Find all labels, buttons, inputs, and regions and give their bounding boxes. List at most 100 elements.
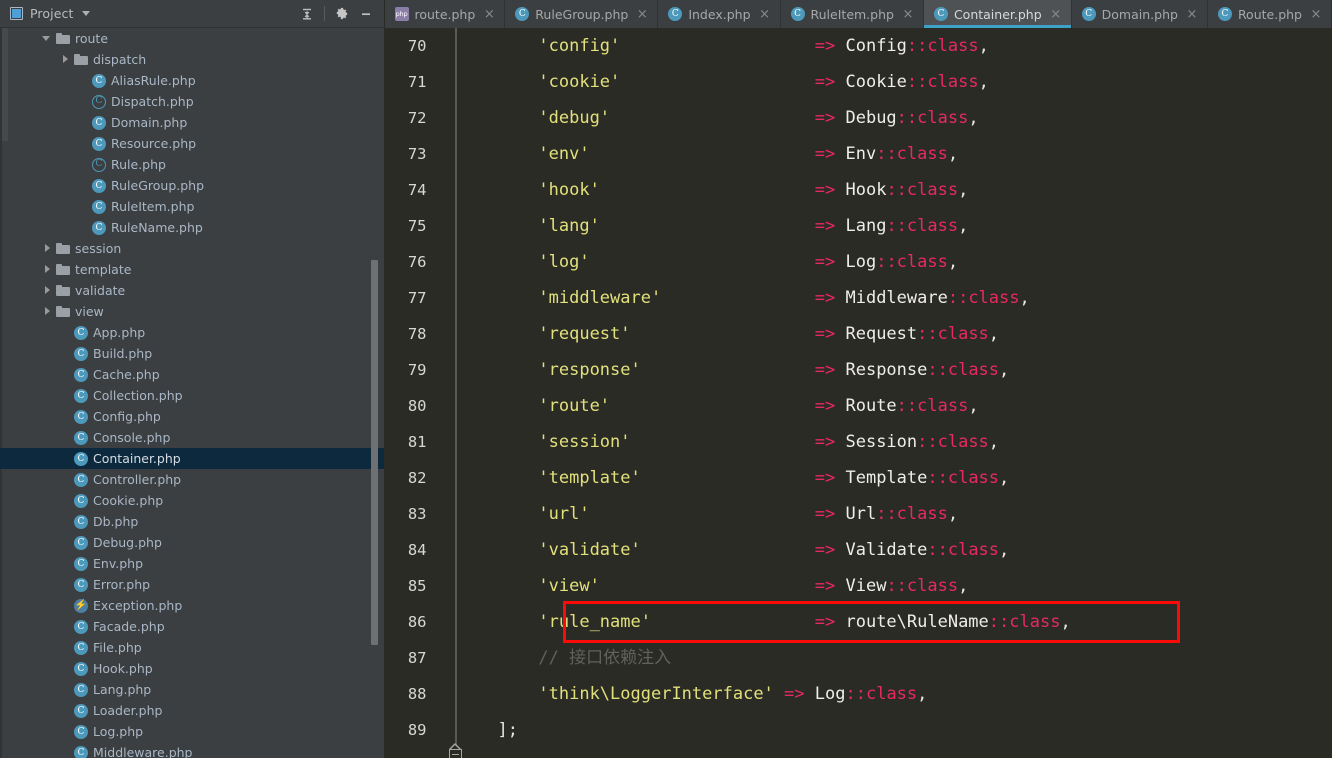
gear-icon[interactable] xyxy=(330,2,354,26)
tree-item-middleware[interactable]: C Middleware.php xyxy=(0,742,384,758)
chevron-down-icon[interactable] xyxy=(82,11,91,16)
tree-item-ruleitem[interactable]: C RuleItem.php xyxy=(0,196,384,217)
code-line[interactable]: 'template' => Template::class, xyxy=(457,460,1332,496)
editor-tab-ruleitem[interactable]: C RuleItem.php xyxy=(781,0,924,28)
tree-item-rulegroup[interactable]: C RuleGroup.php xyxy=(0,175,384,196)
tree-item-aliasrule[interactable]: C AliasRule.php xyxy=(0,70,384,91)
tree-item-container[interactable]: C Container.php xyxy=(0,448,384,469)
project-tree-scrollbar-track[interactable] xyxy=(370,28,381,758)
code-line[interactable]: 'log' => Log::class, xyxy=(457,244,1332,280)
code-token: ::class xyxy=(886,576,959,596)
code-line[interactable]: 'lang' => Lang::class, xyxy=(457,208,1332,244)
code-token: ::class xyxy=(927,540,1000,560)
code-line[interactable]: 'debug' => Debug::class, xyxy=(457,100,1332,136)
project-tree-scrollbar-thumb[interactable] xyxy=(370,260,378,645)
code-line[interactable]: 'config' => Config::class, xyxy=(457,28,1332,64)
tree-item-collection[interactable]: C Collection.php xyxy=(0,385,384,406)
editor-tab-domain[interactable]: C Domain.php xyxy=(1072,0,1208,28)
tree-item-resource[interactable]: C Resource.php xyxy=(0,133,384,154)
tree-item-domain[interactable]: C Domain.php xyxy=(0,112,384,133)
code-line[interactable]: 'think\LoggerInterface' => Log::class, xyxy=(457,676,1332,712)
line-number: 82 xyxy=(407,469,427,487)
chevron-right-icon[interactable] xyxy=(42,285,53,296)
code-line[interactable]: 'validate' => Validate::class, xyxy=(457,532,1332,568)
close-icon[interactable] xyxy=(1186,7,1198,22)
php-class-icon: C xyxy=(74,640,88,655)
editor-tab-rulegroup[interactable]: C RuleGroup.php xyxy=(505,0,659,28)
code-token: , xyxy=(947,144,959,164)
tree-item-rule[interactable]: C Rule.php xyxy=(0,154,384,175)
tree-item-dispatch[interactable]: C Dispatch.php xyxy=(0,91,384,112)
tree-item-file[interactable]: C File.php xyxy=(0,637,384,658)
tree-item-dispatch[interactable]: dispatch xyxy=(0,49,384,70)
tree-item-config[interactable]: C Config.php xyxy=(0,406,384,427)
code-line[interactable]: 'request' => Request::class, xyxy=(457,316,1332,352)
tree-item-controller[interactable]: C Controller.php xyxy=(0,469,384,490)
code-fold-marker[interactable] xyxy=(448,743,463,758)
project-tree-scroll[interactable]: route dispatch C AliasRule.php C Dispatch.php… xyxy=(0,28,384,758)
tree-item-db[interactable]: C Db.php xyxy=(0,511,384,532)
code-line[interactable]: 'session' => Session::class, xyxy=(457,424,1332,460)
editor-tab-route[interactable]: php route.php xyxy=(385,0,506,28)
code-line[interactable]: 'hook' => Hook::class, xyxy=(457,172,1332,208)
php-class-icon: C xyxy=(74,472,88,487)
chevron-down-icon[interactable] xyxy=(42,33,53,44)
code-line[interactable]: 'middleware' => Middleware::class, xyxy=(457,280,1332,316)
chevron-right-icon[interactable] xyxy=(60,54,71,65)
code-line[interactable]: 'env' => Env::class, xyxy=(457,136,1332,172)
tree-item-console[interactable]: C Console.php xyxy=(0,427,384,448)
tree-item-view[interactable]: view xyxy=(0,301,384,322)
chevron-right-icon[interactable] xyxy=(42,306,53,317)
tree-item-debug[interactable]: C Debug.php xyxy=(0,532,384,553)
tree-item-lang[interactable]: C Lang.php xyxy=(0,679,384,700)
close-icon[interactable] xyxy=(636,7,648,22)
close-icon[interactable] xyxy=(483,7,495,22)
code-token: => xyxy=(814,504,836,524)
code-line[interactable]: 'cookie' => Cookie::class, xyxy=(457,64,1332,100)
close-icon[interactable] xyxy=(1310,7,1322,22)
tree-item-facade[interactable]: C Facade.php xyxy=(0,616,384,637)
code-line[interactable]: 'rule_name' => route\RuleName::class, xyxy=(457,604,1332,640)
code-token: , xyxy=(999,468,1010,488)
code-content[interactable]: 'config' => Config::class, 'cookie' => C… xyxy=(457,28,1332,758)
code-token: => xyxy=(814,540,836,560)
editor-tab-index[interactable]: C Index.php xyxy=(658,0,781,28)
code-token: , xyxy=(917,684,928,704)
project-panel-title-group[interactable]: Project xyxy=(10,6,91,21)
tree-item-validate[interactable]: validate xyxy=(0,280,384,301)
code-line[interactable]: 'route' => Route::class, xyxy=(457,388,1332,424)
tree-item-error[interactable]: C Error.php xyxy=(0,574,384,595)
code-line[interactable]: 'url' => Url::class, xyxy=(457,496,1332,532)
code-line[interactable]: 'response' => Response::class, xyxy=(457,352,1332,388)
tree-item-env[interactable]: C Env.php xyxy=(0,553,384,574)
chevron-right-icon[interactable] xyxy=(42,264,53,275)
tree-item-rulename[interactable]: C RuleName.php xyxy=(0,217,384,238)
tree-item-session[interactable]: session xyxy=(0,238,384,259)
tree-item-route[interactable]: route xyxy=(0,28,384,49)
close-icon[interactable] xyxy=(759,7,771,22)
editor-tab-route[interactable]: C Route.php xyxy=(1208,0,1332,28)
code-token: route\RuleName xyxy=(845,612,989,632)
tree-item-log[interactable]: C Log.php xyxy=(0,721,384,742)
tree-item-cache[interactable]: C Cache.php xyxy=(0,364,384,385)
php-class-icon: C xyxy=(92,199,106,214)
editor-tab-container[interactable]: C Container.php xyxy=(923,0,1072,28)
close-icon[interactable] xyxy=(1050,7,1062,22)
tree-item-loader[interactable]: C Loader.php xyxy=(0,700,384,721)
code-line[interactable]: ]; xyxy=(457,712,1332,748)
chevron-right-icon[interactable] xyxy=(42,243,53,254)
tree-item-build[interactable]: C Build.php xyxy=(0,343,384,364)
tree-item-template[interactable]: template xyxy=(0,259,384,280)
php-class-icon: C xyxy=(933,7,948,21)
tree-item-app[interactable]: C App.php xyxy=(0,322,384,343)
minimize-icon[interactable] xyxy=(354,2,378,26)
code-editor[interactable]: 70 71 72 73 74 75 76 77 78 79 80 81 82 83 84 85 86 87 88 89… xyxy=(384,28,1332,758)
tree-item-cookie[interactable]: C Cookie.php xyxy=(0,490,384,511)
collapse-all-icon[interactable] xyxy=(295,2,319,26)
code-line[interactable]: // 接口依赖注入 xyxy=(457,640,1332,676)
code-line[interactable]: 'view' => View::class, xyxy=(457,568,1332,604)
close-icon[interactable] xyxy=(902,7,914,22)
tree-item-exception[interactable]: ⚡ Exception.php xyxy=(0,595,384,616)
tree-item-hook[interactable]: C Hook.php xyxy=(0,658,384,679)
